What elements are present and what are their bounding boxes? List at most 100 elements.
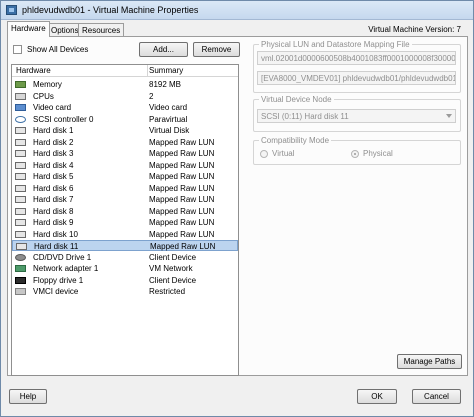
- physical-lun-group-label: Physical LUN and Datastore Mapping File: [259, 40, 412, 49]
- hardware-row-name: Hard disk 8: [33, 206, 74, 216]
- hardware-row-name: Hard disk 2: [33, 137, 74, 147]
- hardware-row-name: Hard disk 5: [33, 172, 74, 181]
- hard-disk-icon: [16, 243, 27, 250]
- column-header-hardware[interactable]: Hardware: [16, 66, 51, 75]
- window-title: phldevudwdb01 - Virtual Machine Properti…: [22, 5, 199, 15]
- hardware-row-summary: Mapped Raw LUN: [149, 183, 215, 193]
- hardware-row-summary: Mapped Raw LUN: [149, 149, 215, 158]
- lun-id-field: vml.02001d0000600508b4001083ff0001000008…: [257, 51, 456, 65]
- add-button[interactable]: Add...: [139, 42, 188, 57]
- hardware-row-name: VMCI device: [33, 287, 79, 296]
- hardware-row-summary: Mapped Raw LUN: [149, 195, 215, 204]
- hardware-row[interactable]: Hard disk 7 Mapped Raw LUN: [12, 194, 238, 205]
- title-bar: phldevudwdb01 - Virtual Machine Properti…: [1, 1, 473, 20]
- hardware-row[interactable]: CD/DVD Drive 1 Client Device: [12, 252, 238, 263]
- virtual-device-node-label: Virtual Device Node: [259, 95, 334, 104]
- ok-button[interactable]: OK: [357, 389, 397, 404]
- virtual-mode-label: Virtual: [272, 149, 295, 158]
- hardware-row-name: CPUs: [33, 91, 54, 101]
- hard-disk-icon: [15, 196, 26, 203]
- hardware-row-name: Memory: [33, 80, 62, 89]
- hardware-row-summary: 2: [149, 91, 154, 101]
- hardware-row[interactable]: Hard disk 10 Mapped Raw LUN: [12, 229, 238, 240]
- chevron-down-icon: [446, 114, 452, 118]
- hard-disk-icon: [15, 161, 26, 169]
- hardware-row[interactable]: Hard disk 3 Mapped Raw LUN: [12, 148, 238, 159]
- network-adapter-icon: [15, 265, 26, 272]
- hardware-row[interactable]: Hard disk 1 Virtual Disk: [12, 125, 238, 136]
- hardware-row-name: Hard disk 4: [33, 160, 74, 170]
- memory-icon: [15, 81, 26, 88]
- device-node-value: SCSI (0:11) Hard disk 11: [261, 112, 349, 121]
- hardware-row-name: Network adapter 1: [33, 264, 99, 273]
- hardware-row[interactable]: CPUs 2: [12, 91, 238, 102]
- hardware-row[interactable]: Hard disk 6 Mapped Raw LUN: [12, 183, 238, 194]
- hard-disk-icon: [15, 207, 26, 215]
- show-all-devices-label: Show All Devices: [27, 45, 89, 54]
- column-header-summary[interactable]: Summary: [149, 66, 183, 75]
- hardware-row-summary: VM Network: [149, 264, 193, 273]
- vmci-icon: [15, 288, 26, 295]
- compatibility-mode-label: Compatibility Mode: [259, 136, 332, 145]
- hardware-row[interactable]: Floppy drive 1 Client Device: [12, 275, 238, 286]
- tab-hardware[interactable]: Hardware: [7, 21, 50, 37]
- hardware-row-summary: Client Device: [149, 275, 197, 285]
- virtual-mode-radio: [260, 149, 268, 158]
- hardware-row[interactable]: Hard disk 8 Mapped Raw LUN: [12, 206, 238, 217]
- show-all-devices-checkbox[interactable]: [13, 45, 22, 54]
- hardware-row-name: SCSI controller 0: [33, 114, 94, 124]
- hard-disk-icon: [15, 138, 26, 146]
- show-all-devices-row[interactable]: Show All Devices: [13, 45, 88, 54]
- physical-mode-option: Physical: [351, 149, 393, 158]
- hardware-row[interactable]: Hard disk 4 Mapped Raw LUN: [12, 160, 238, 171]
- hardware-row-summary: Mapped Raw LUN: [149, 137, 215, 147]
- vm-version-label: Virtual Machine Version: 7: [368, 25, 461, 34]
- hardware-row-name: Hard disk 6: [33, 183, 74, 193]
- hard-disk-icon: [15, 127, 26, 134]
- tab-resources[interactable]: Resources: [78, 23, 125, 37]
- hardware-row[interactable]: Video card Video card: [12, 102, 238, 113]
- hardware-row-summary: Client Device: [149, 252, 197, 262]
- scsi-controller-icon: [15, 115, 26, 123]
- hardware-row[interactable]: Hard disk 11 Mapped Raw LUN: [12, 240, 238, 251]
- hardware-row[interactable]: Hard disk 2 Mapped Raw LUN: [12, 137, 238, 148]
- hardware-row[interactable]: Hard disk 5 Mapped Raw LUN: [12, 171, 238, 182]
- hard-disk-icon: [15, 219, 26, 226]
- hardware-list[interactable]: Hardware Summary Memory 8192 MB CPUs 2 Video…: [11, 64, 239, 376]
- hardware-row[interactable]: Memory 8192 MB: [12, 79, 238, 90]
- hard-disk-icon: [15, 150, 26, 157]
- hard-disk-icon: [15, 184, 26, 192]
- vm-window-icon: [6, 5, 17, 15]
- cpu-icon: [15, 92, 26, 100]
- physical-lun-group: Physical LUN and Datastore Mapping File …: [253, 40, 461, 93]
- video-card-icon: [15, 104, 26, 111]
- hardware-row[interactable]: SCSI controller 0 Paravirtual: [12, 114, 238, 125]
- hardware-row-summary: Mapped Raw LUN: [150, 242, 216, 251]
- hardware-row[interactable]: Hard disk 9 Mapped Raw LUN: [12, 217, 238, 228]
- manage-paths-button[interactable]: Manage Paths: [397, 354, 462, 369]
- hardware-row-summary: Mapped Raw LUN: [149, 218, 215, 227]
- hardware-row-name: Hard disk 3: [33, 149, 74, 158]
- virtual-device-node-group: Virtual Device Node SCSI (0:11) Hard dis…: [253, 95, 461, 132]
- hardware-row-name: Hard disk 7: [33, 195, 74, 204]
- hardware-row-name: CD/DVD Drive 1: [33, 252, 92, 262]
- hardware-row-name: Hard disk 10: [33, 229, 78, 239]
- cancel-button[interactable]: Cancel: [412, 389, 461, 404]
- vm-properties-window: phldevudwdb01 - Virtual Machine Properti…: [0, 0, 474, 417]
- hardware-row-name: Hard disk 1: [33, 126, 74, 135]
- hardware-row[interactable]: VMCI device Restricted: [12, 286, 238, 297]
- compatibility-mode-group: Compatibility Mode Virtual Physical: [253, 136, 461, 165]
- column-divider[interactable]: [147, 65, 148, 77]
- help-button[interactable]: Help: [9, 389, 47, 404]
- hardware-tab-panel: Show All Devices Add... Remove Hardware …: [7, 36, 468, 376]
- hardware-row-name: Video card: [33, 103, 72, 112]
- physical-mode-label: Physical: [363, 149, 393, 158]
- hardware-row-summary: Virtual Disk: [149, 126, 190, 135]
- hardware-row-name: Floppy drive 1: [33, 275, 84, 285]
- device-node-select: SCSI (0:11) Hard disk 11: [257, 109, 456, 123]
- cd-dvd-icon: [15, 253, 26, 261]
- hardware-row-summary: 8192 MB: [149, 80, 182, 89]
- remove-button[interactable]: Remove: [193, 42, 240, 57]
- hardware-row[interactable]: Network adapter 1 VM Network: [12, 263, 238, 274]
- hardware-row-summary: Paravirtual: [149, 114, 188, 124]
